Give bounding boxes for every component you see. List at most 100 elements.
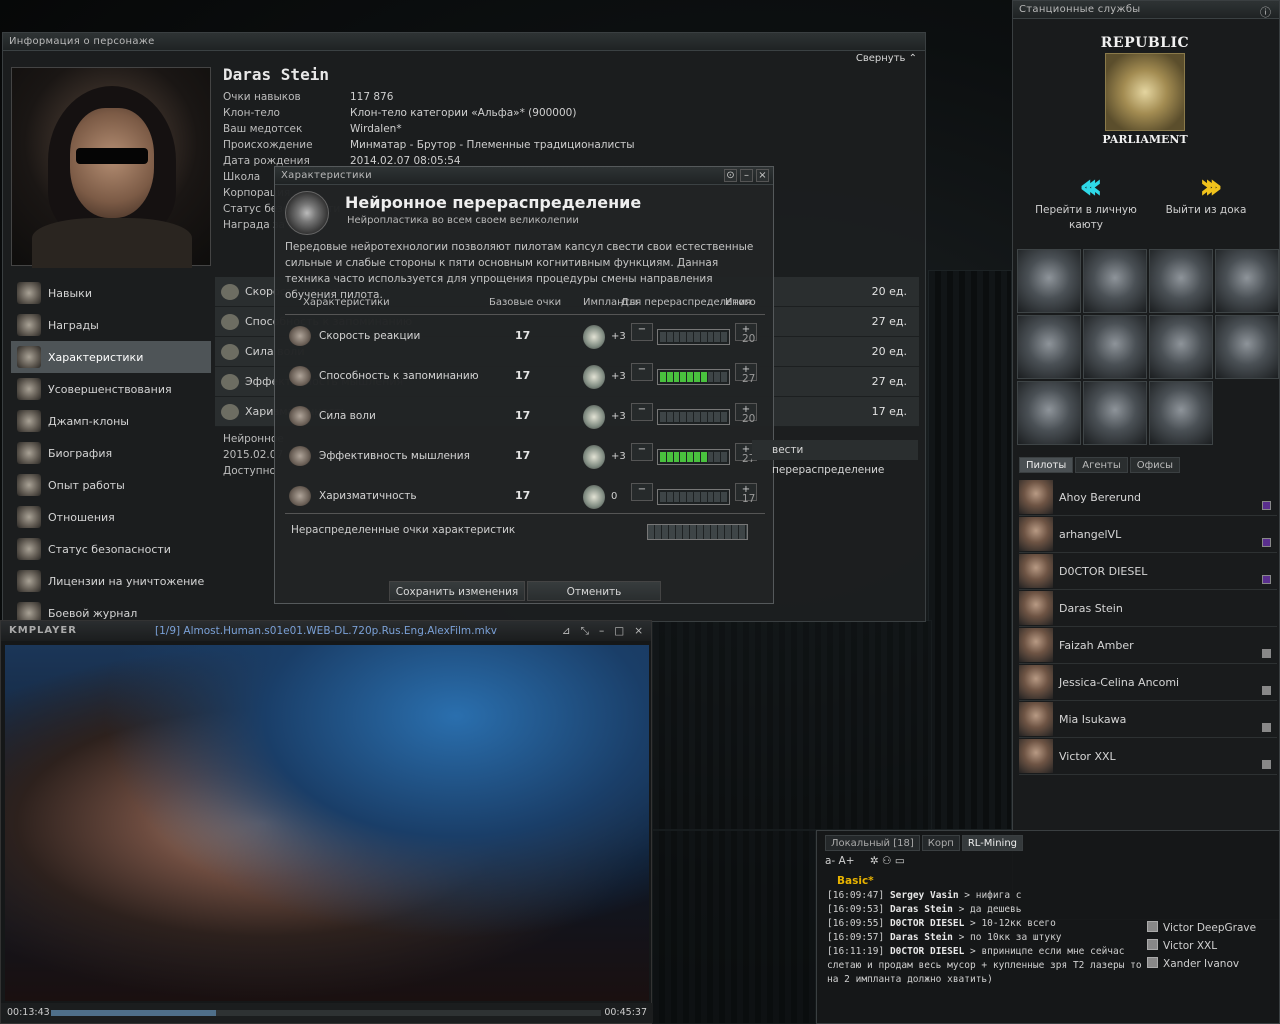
decrease-button[interactable]: − [631, 363, 653, 381]
decrease-button[interactable]: − [631, 403, 653, 421]
info-key: Очки навыков [223, 91, 301, 103]
station-tab[interactable]: Офисы [1129, 457, 1181, 473]
pilot-name: Mia Isukawa [1059, 712, 1127, 726]
shrink-icon[interactable]: ⤡ [581, 621, 589, 641]
settings-icon[interactable]: ✲ [870, 855, 879, 867]
item-hangar-icon[interactable] [1149, 381, 1213, 445]
member-item[interactable]: Victor XXL [1147, 937, 1277, 955]
close-button[interactable]: × [634, 621, 643, 641]
nav-item[interactable]: Награды [11, 309, 211, 341]
nav-item-icon [17, 378, 41, 400]
realloc-segment [673, 452, 680, 462]
nav-item[interactable]: Характеристики [11, 341, 211, 373]
realloc-segment [707, 332, 714, 342]
maximize-button[interactable]: □ [614, 621, 624, 641]
implant-bonus: +3 [611, 371, 626, 382]
station-tab[interactable]: Пилоты [1019, 457, 1074, 473]
remap-table-header: Характеристики Базовые очки Импланты Для… [285, 295, 765, 315]
character-service-icon[interactable] [1017, 249, 1081, 313]
nav-item-icon [17, 410, 41, 432]
info-value: 117 876 [350, 91, 394, 103]
realloc-segment [714, 332, 721, 342]
pilot-row[interactable]: Daras Stein [1019, 590, 1277, 627]
character-portrait[interactable] [11, 67, 211, 268]
chat-icon[interactable]: ▭ [895, 855, 905, 867]
settings-icon[interactable]: ⊙ [724, 169, 737, 182]
message-author[interactable]: Sergey Vasin [890, 890, 959, 901]
attribute-icon [221, 373, 239, 390]
reprocessing-icon[interactable] [1149, 315, 1213, 379]
cancel-button[interactable]: Отменить [527, 581, 661, 601]
station-tabs: Пилоты Агенты Офисы [1019, 457, 1181, 473]
message-author[interactable]: Daras Stein [890, 932, 953, 943]
members-icon[interactable]: ⚇ [882, 855, 891, 867]
nav-item[interactable]: Джамп-клоны [11, 405, 211, 437]
repair-shop-icon[interactable] [1215, 315, 1279, 379]
close-button[interactable]: × [756, 169, 769, 182]
message-author[interactable]: Daras Stein [890, 904, 953, 915]
market-icon[interactable] [1083, 315, 1147, 379]
attribute-icon [221, 343, 239, 360]
minimize-button[interactable]: – [740, 169, 753, 182]
message-author[interactable]: D0CTOR DIESEL [890, 946, 964, 957]
realloc-segment [707, 372, 714, 382]
pilot-row[interactable]: Mia Isukawa [1019, 701, 1277, 738]
dialog-title: Характеристики [275, 167, 773, 185]
chat-tab[interactable]: Корп [921, 835, 960, 851]
realloc-segment [707, 452, 714, 462]
perform-remap-button[interactable]: вести перераспределение [752, 440, 918, 476]
chat-tab[interactable]: RL-Mining [961, 835, 1024, 851]
ship-hangar-icon[interactable] [1083, 249, 1147, 313]
corporation-icon[interactable] [1149, 249, 1213, 313]
nav-item[interactable]: Лицензии на уничтожение [11, 565, 211, 597]
message-text: > по 10кк за штуку [952, 932, 1062, 943]
realloc-segment [693, 332, 700, 342]
avatar [1019, 480, 1053, 514]
pilot-row[interactable]: arhangelVL [1019, 516, 1277, 553]
realloc-segment [700, 492, 707, 502]
decrease-button[interactable]: − [631, 443, 653, 461]
member-item[interactable]: Victor DeepGrave [1147, 919, 1277, 937]
save-changes-button[interactable]: Сохранить изменения [389, 581, 525, 601]
unallocated-row: Нераспределенные очки характеристик [285, 513, 765, 545]
decrease-button[interactable]: − [631, 323, 653, 341]
character-customization-icon[interactable] [1083, 381, 1147, 445]
message-author[interactable]: D0CTOR DIESEL [890, 918, 964, 929]
implant-icon [583, 445, 605, 469]
remap-row: Харизматичность 17 0− +17 [285, 477, 765, 517]
implant-icon [583, 485, 605, 509]
fitting-icon[interactable] [1017, 315, 1081, 379]
medical-clone-icon[interactable] [1017, 381, 1081, 445]
chat-tab[interactable]: Локальный [18] [825, 835, 920, 851]
nav-item[interactable]: Биография [11, 437, 211, 469]
nav-item[interactable]: Статус безопасности [11, 533, 211, 565]
member-item[interactable]: Xander Ivanov [1147, 955, 1277, 973]
nav-item-label: Навыки [48, 286, 92, 300]
nav-item[interactable]: Отношения [11, 501, 211, 533]
nav-item[interactable]: Опыт работы [11, 469, 211, 501]
pilot-row[interactable]: Jessica-Celina Ancomi [1019, 664, 1277, 701]
realloc-segment [666, 332, 673, 342]
enter-quarters-button[interactable]: ‹‹‹ Перейти в личную каюту [1031, 169, 1141, 233]
col-base: Базовые очки [489, 297, 562, 308]
security-office-icon[interactable] [1215, 249, 1279, 313]
video-frame[interactable] [5, 645, 649, 1001]
nav-item[interactable]: Усовершенствования [11, 373, 211, 405]
nav-item-label: Джамп-клоны [48, 414, 129, 428]
station-tab[interactable]: Агенты [1075, 457, 1128, 473]
info-icon[interactable]: ⓘ [1260, 4, 1271, 20]
pilot-row[interactable]: Victor XXL [1019, 738, 1277, 775]
decrease-button[interactable]: − [631, 483, 653, 501]
nav-item[interactable]: Навыки [11, 277, 211, 309]
pilot-row[interactable]: Ahoy Bererund [1019, 479, 1277, 516]
collapse-button[interactable]: Свернуть ⌃ [856, 53, 917, 64]
realloc-segment [714, 492, 721, 502]
seek-bar[interactable] [51, 1010, 601, 1016]
minimize-button[interactable]: – [599, 621, 604, 641]
undock-button[interactable]: ››› Выйти из дока [1151, 169, 1261, 218]
pin-icon[interactable]: ⊿ [562, 621, 571, 641]
pilot-row[interactable]: D0CTOR DIESEL [1019, 553, 1277, 590]
font-size-buttons[interactable]: a- A+ [825, 855, 855, 867]
pilot-row[interactable]: Faizah Amber [1019, 627, 1277, 664]
avatar [1019, 591, 1053, 625]
